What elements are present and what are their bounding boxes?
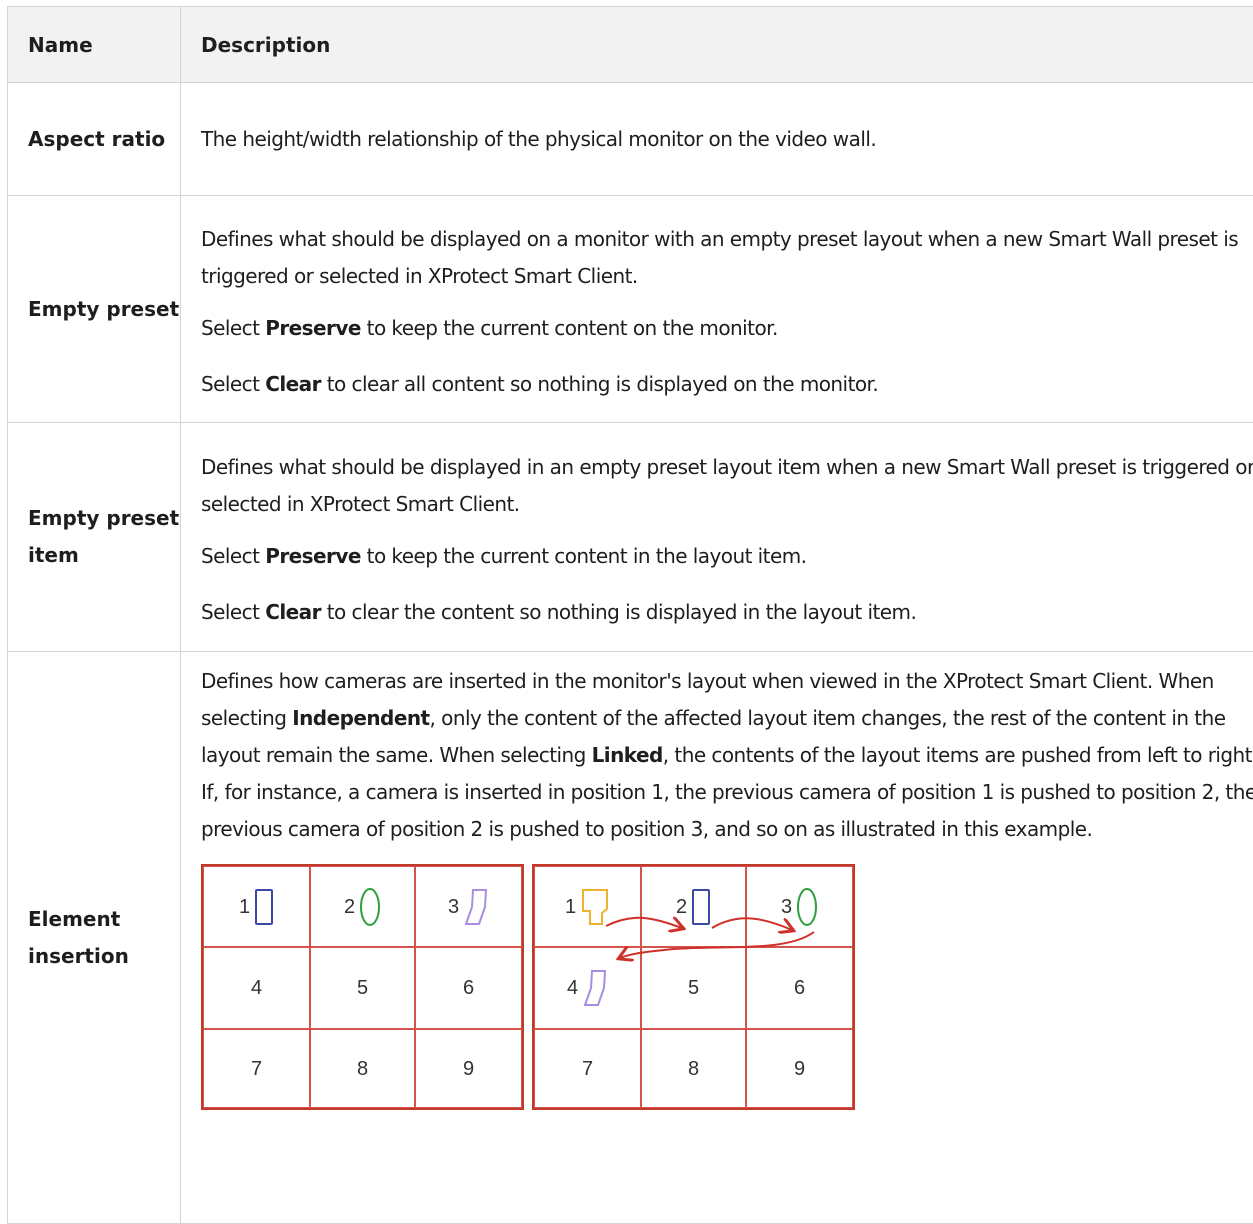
grid-cell: 2 — [641, 866, 746, 947]
parallelogram-icon — [463, 887, 489, 927]
option-name: Clear — [265, 372, 321, 396]
parallelogram-icon — [582, 968, 608, 1008]
cell-number: 9 — [794, 1055, 805, 1083]
table-row: Aspect ratio The height/width relationsh… — [8, 83, 1253, 196]
oval-icon — [796, 887, 818, 927]
cell-number: 1 — [565, 893, 576, 921]
property-name: Element insertion — [8, 652, 181, 1224]
option-name: Preserve — [265, 316, 361, 340]
grid-cell: 7 — [203, 1029, 310, 1108]
option-name: Preserve — [265, 544, 361, 568]
cell-number: 5 — [357, 974, 368, 1002]
property-name: Aspect ratio — [8, 83, 181, 196]
cell-number: 4 — [567, 974, 578, 1002]
grid-cell: 8 — [641, 1029, 746, 1108]
grid-cell: 1 — [203, 866, 310, 947]
property-description: Defines what should be displayed on a mo… — [181, 196, 1253, 423]
table-row: Empty preset Defines what should be disp… — [8, 196, 1253, 423]
paragraph-text: to clear the content so nothing is displ… — [321, 600, 916, 624]
grid-cell: 8 — [310, 1029, 415, 1108]
option-name: Linked — [592, 743, 663, 767]
description-paragraph: Select Preserve to keep the current cont… — [201, 542, 1253, 570]
insertion-illustration: 1 2 3 4 5 6 7 8 9 1 2 3 4 5 6 7 — [201, 864, 1253, 1110]
properties-table: Name Description Aspect ratio The height… — [7, 6, 1253, 1224]
grid-cell: 9 — [415, 1029, 522, 1108]
description-paragraph: Defines what should be displayed in an e… — [201, 449, 1253, 523]
paragraph-text: Select — [201, 544, 265, 568]
grid-cell: 5 — [641, 947, 746, 1029]
cell-number: 3 — [448, 893, 459, 921]
grid-cell: 3 — [415, 866, 522, 947]
grid-cell: 6 — [415, 947, 522, 1029]
grid-cell: 6 — [746, 947, 853, 1029]
description-paragraph: Select Clear to clear all content so not… — [201, 370, 1253, 398]
cell-number: 4 — [251, 974, 262, 1002]
cell-number: 2 — [676, 893, 687, 921]
cell-number: 6 — [794, 974, 805, 1002]
paragraph-text: to keep the current content on the monit… — [361, 316, 778, 340]
property-description: Defines what should be displayed in an e… — [181, 423, 1253, 652]
layout-grid-after: 1 2 3 4 5 6 7 8 9 — [532, 864, 855, 1110]
cell-number: 9 — [463, 1055, 474, 1083]
grid-cell: 3 — [746, 866, 853, 947]
cell-number: 6 — [463, 974, 474, 1002]
table-row: Element insertion Defines how cameras ar… — [8, 652, 1253, 1224]
layout-grid-before: 1 2 3 4 5 6 7 8 9 — [201, 864, 524, 1110]
description-paragraph: The height/width relationship of the phy… — [201, 125, 1253, 153]
cell-number: 2 — [344, 893, 355, 921]
grid-cell: 2 — [310, 866, 415, 947]
table-row: Empty preset item Defines what should be… — [8, 423, 1253, 652]
rectangle-icon — [691, 888, 711, 926]
property-description: Defines how cameras are inserted in the … — [181, 652, 1253, 1224]
paragraph-text: to clear all content so nothing is displ… — [321, 372, 878, 396]
grid-cell: 5 — [310, 947, 415, 1029]
grid-cell: 9 — [746, 1029, 853, 1108]
cell-number: 3 — [781, 893, 792, 921]
paragraph-text: Select — [201, 372, 265, 396]
cell-number: 8 — [688, 1055, 699, 1083]
description-paragraph: Defines what should be displayed on a mo… — [201, 221, 1253, 295]
paragraph-text: Select — [201, 316, 265, 340]
grid-cell: 4 — [534, 947, 641, 1029]
option-name: Clear — [265, 600, 321, 624]
description-paragraph: Select Clear to clear the content so not… — [201, 598, 1253, 626]
cell-number: 1 — [239, 893, 250, 921]
grid-cell: 4 — [203, 947, 310, 1029]
cell-number: 5 — [688, 974, 699, 1002]
name-column-header: Name — [8, 7, 181, 83]
cell-number: 8 — [357, 1055, 368, 1083]
grid-cell: 7 — [534, 1029, 641, 1108]
pentagon-icon — [580, 887, 610, 927]
description-column-header: Description — [181, 7, 1253, 83]
property-name: Empty preset — [8, 196, 181, 423]
header-row: Name Description — [8, 7, 1253, 83]
option-name: Independent — [292, 706, 429, 730]
description-paragraph: Select Preserve to keep the current cont… — [201, 314, 1253, 342]
oval-icon — [359, 887, 381, 927]
paragraph-text: Select — [201, 600, 265, 624]
cell-number: 7 — [251, 1055, 262, 1083]
property-description: The height/width relationship of the phy… — [181, 83, 1253, 196]
cell-number: 7 — [582, 1055, 593, 1083]
description-paragraph: Defines how cameras are inserted in the … — [201, 663, 1253, 848]
rectangle-icon — [254, 888, 274, 926]
grid-cell: 1 — [534, 866, 641, 947]
paragraph-text: to keep the current content in the layou… — [361, 544, 807, 568]
property-name: Empty preset item — [8, 423, 181, 652]
